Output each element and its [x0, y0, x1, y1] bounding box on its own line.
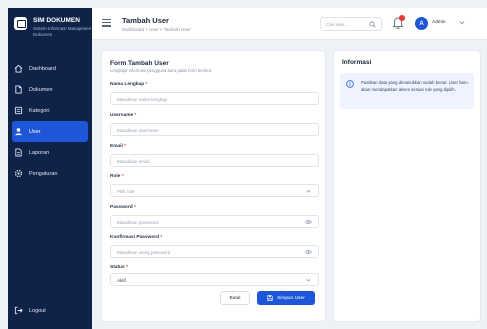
password-field[interactable]: Masukkan password	[110, 215, 319, 228]
folder-icon	[14, 106, 23, 115]
notification-badge	[399, 15, 405, 21]
eye-icon[interactable]	[305, 249, 312, 255]
menu-icon[interactable]	[102, 19, 111, 27]
status-label: Status *	[110, 265, 128, 270]
report-icon	[14, 148, 23, 157]
breadcrumb: Dashboard > User > Tambah User	[122, 27, 191, 32]
role-placeholder: Pilih role	[117, 188, 135, 194]
role-select[interactable]: Pilih role	[110, 184, 319, 197]
notification-bell-icon[interactable]	[392, 15, 405, 30]
gear-icon	[14, 169, 23, 178]
sidebar-item-dokumen[interactable]: Dokumen	[8, 79, 92, 100]
brand-subtitle: Sistem Informasi Manajemen Dokumen	[33, 26, 92, 37]
sidebar-item-label: User	[29, 128, 41, 135]
logout-icon	[14, 306, 23, 315]
sidebar-item-label: Laporan	[29, 149, 50, 156]
brand-title: SIM DOKUMEN	[33, 17, 80, 24]
cancel-button[interactable]: Batal	[220, 291, 250, 305]
avatar[interactable]: A	[415, 17, 428, 30]
logout-label: Logout	[29, 307, 46, 314]
role-label: Role *	[110, 174, 124, 179]
app-frame: SIM DOKUMEN Sistem Informasi Manajemen D…	[0, 0, 487, 329]
konfirmasi-placeholder: Masukkan ulang password	[117, 249, 171, 255]
email-placeholder: Masukkan email	[117, 158, 150, 164]
user-name[interactable]: Admin	[432, 20, 446, 25]
info-card: Informasi Pastikan data yang dimasukkan …	[333, 50, 481, 322]
chevron-down-icon[interactable]	[459, 19, 465, 26]
search-icon[interactable]	[369, 21, 376, 28]
username-field[interactable]: Masukkan username	[110, 123, 319, 136]
sidebar-item-label: Pengaturan	[29, 170, 58, 177]
app-logo	[14, 17, 27, 30]
user-icon	[14, 127, 23, 136]
nama-label: Nama Lengkap *	[110, 82, 148, 87]
home-icon	[14, 64, 23, 73]
eye-icon[interactable]	[305, 219, 312, 225]
nama-field[interactable]: Masukkan nama lengkap	[110, 92, 319, 105]
save-user-label: Simpan User	[277, 295, 305, 301]
username-label: Username *	[110, 113, 137, 118]
info-title: Informasi	[342, 59, 372, 66]
sidebar-item-label: Kategori	[29, 107, 50, 114]
form-title: Form Tambah User	[110, 60, 169, 67]
status-value: Aktif	[117, 277, 126, 283]
sidebar-item-label: Dashboard	[29, 65, 56, 72]
search-input[interactable]: Cari user...	[320, 17, 382, 31]
logout-button[interactable]: Logout	[14, 306, 46, 315]
sidebar-item-user[interactable]: User	[12, 121, 88, 142]
search-placeholder: Cari user...	[326, 21, 348, 27]
info-icon	[346, 80, 354, 88]
info-text: Pastikan data yang dimasukkan sudah bena…	[361, 80, 468, 92]
sidebar-item-dashboard[interactable]: Dashboard	[8, 58, 92, 79]
sidebar-item-kategori[interactable]: Kategori	[8, 100, 92, 121]
konfirmasi-password-field[interactable]: Masukkan ulang password	[110, 245, 319, 258]
document-icon	[14, 85, 23, 94]
nama-placeholder: Masukkan nama lengkap	[117, 96, 168, 102]
sidebar-item-label: Dokumen	[29, 86, 53, 93]
sidebar: SIM DOKUMEN Sistem Informasi Manajemen D…	[8, 8, 92, 329]
form-card: Form Tambah User Lengkapi informasi peng…	[101, 50, 326, 322]
email-label: Email *	[110, 144, 127, 149]
brand: SIM DOKUMEN Sistem Informasi Manajemen D…	[14, 15, 94, 45]
top-bar: Tambah User Dashboard > User > Tambah Us…	[92, 8, 487, 40]
konfirmasi-label: Konfirmasi Password *	[110, 235, 163, 240]
save-user-button[interactable]: Simpan User	[257, 291, 315, 305]
page-title: Tambah User	[122, 16, 169, 25]
sidebar-item-pengaturan[interactable]: Pengaturan	[8, 163, 92, 184]
username-placeholder: Masukkan username	[117, 127, 159, 133]
status-select[interactable]: Aktif	[110, 273, 319, 286]
password-label: Password *	[110, 205, 136, 210]
password-placeholder: Masukkan password	[117, 219, 159, 225]
sidebar-nav: Dashboard Dokumen Kategori User Laporan …	[8, 58, 92, 184]
sidebar-item-laporan[interactable]: Laporan	[8, 142, 92, 163]
email-field[interactable]: Masukkan email	[110, 154, 319, 167]
chevron-down-icon	[306, 278, 311, 282]
save-icon	[267, 295, 273, 301]
form-subtitle: Lengkapi informasi pengguna baru pada fo…	[110, 68, 212, 73]
chevron-down-icon	[306, 189, 311, 193]
info-box: Pastikan data yang dimasukkan sudah bena…	[340, 73, 474, 109]
